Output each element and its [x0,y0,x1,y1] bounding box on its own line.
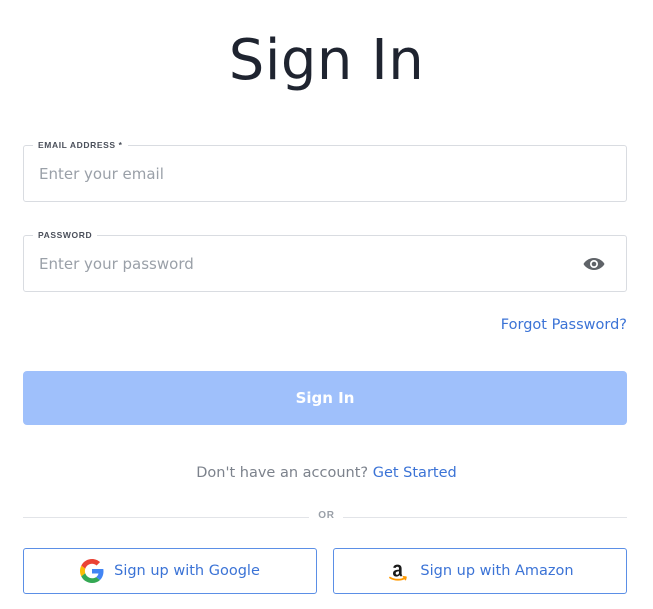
eye-icon[interactable] [582,254,606,274]
password-field[interactable]: PASSWORD [23,229,627,292]
page-title: Sign In [228,28,425,93]
amazon-icon [386,559,410,583]
password-input[interactable] [39,236,579,291]
sign-up-google-button[interactable]: Sign up with Google [23,548,317,594]
signup-prompt: Don't have an account? Get Started [0,465,653,481]
google-button-label: Sign up with Google [114,563,260,579]
divider-line-right [343,517,627,518]
email-field[interactable]: EMAIL ADDRESS * [23,139,627,202]
signup-prompt-text: Don't have an account? [196,465,369,481]
forgot-password-link[interactable]: Forgot Password? [501,317,627,333]
divider-text: OR [318,510,335,521]
sign-in-button[interactable]: Sign In [23,371,627,425]
get-started-link[interactable]: Get Started [373,465,457,481]
amazon-button-label: Sign up with Amazon [420,563,574,579]
email-input[interactable] [39,146,579,201]
google-icon [80,559,104,583]
sign-up-amazon-button[interactable]: Sign up with Amazon [333,548,627,594]
